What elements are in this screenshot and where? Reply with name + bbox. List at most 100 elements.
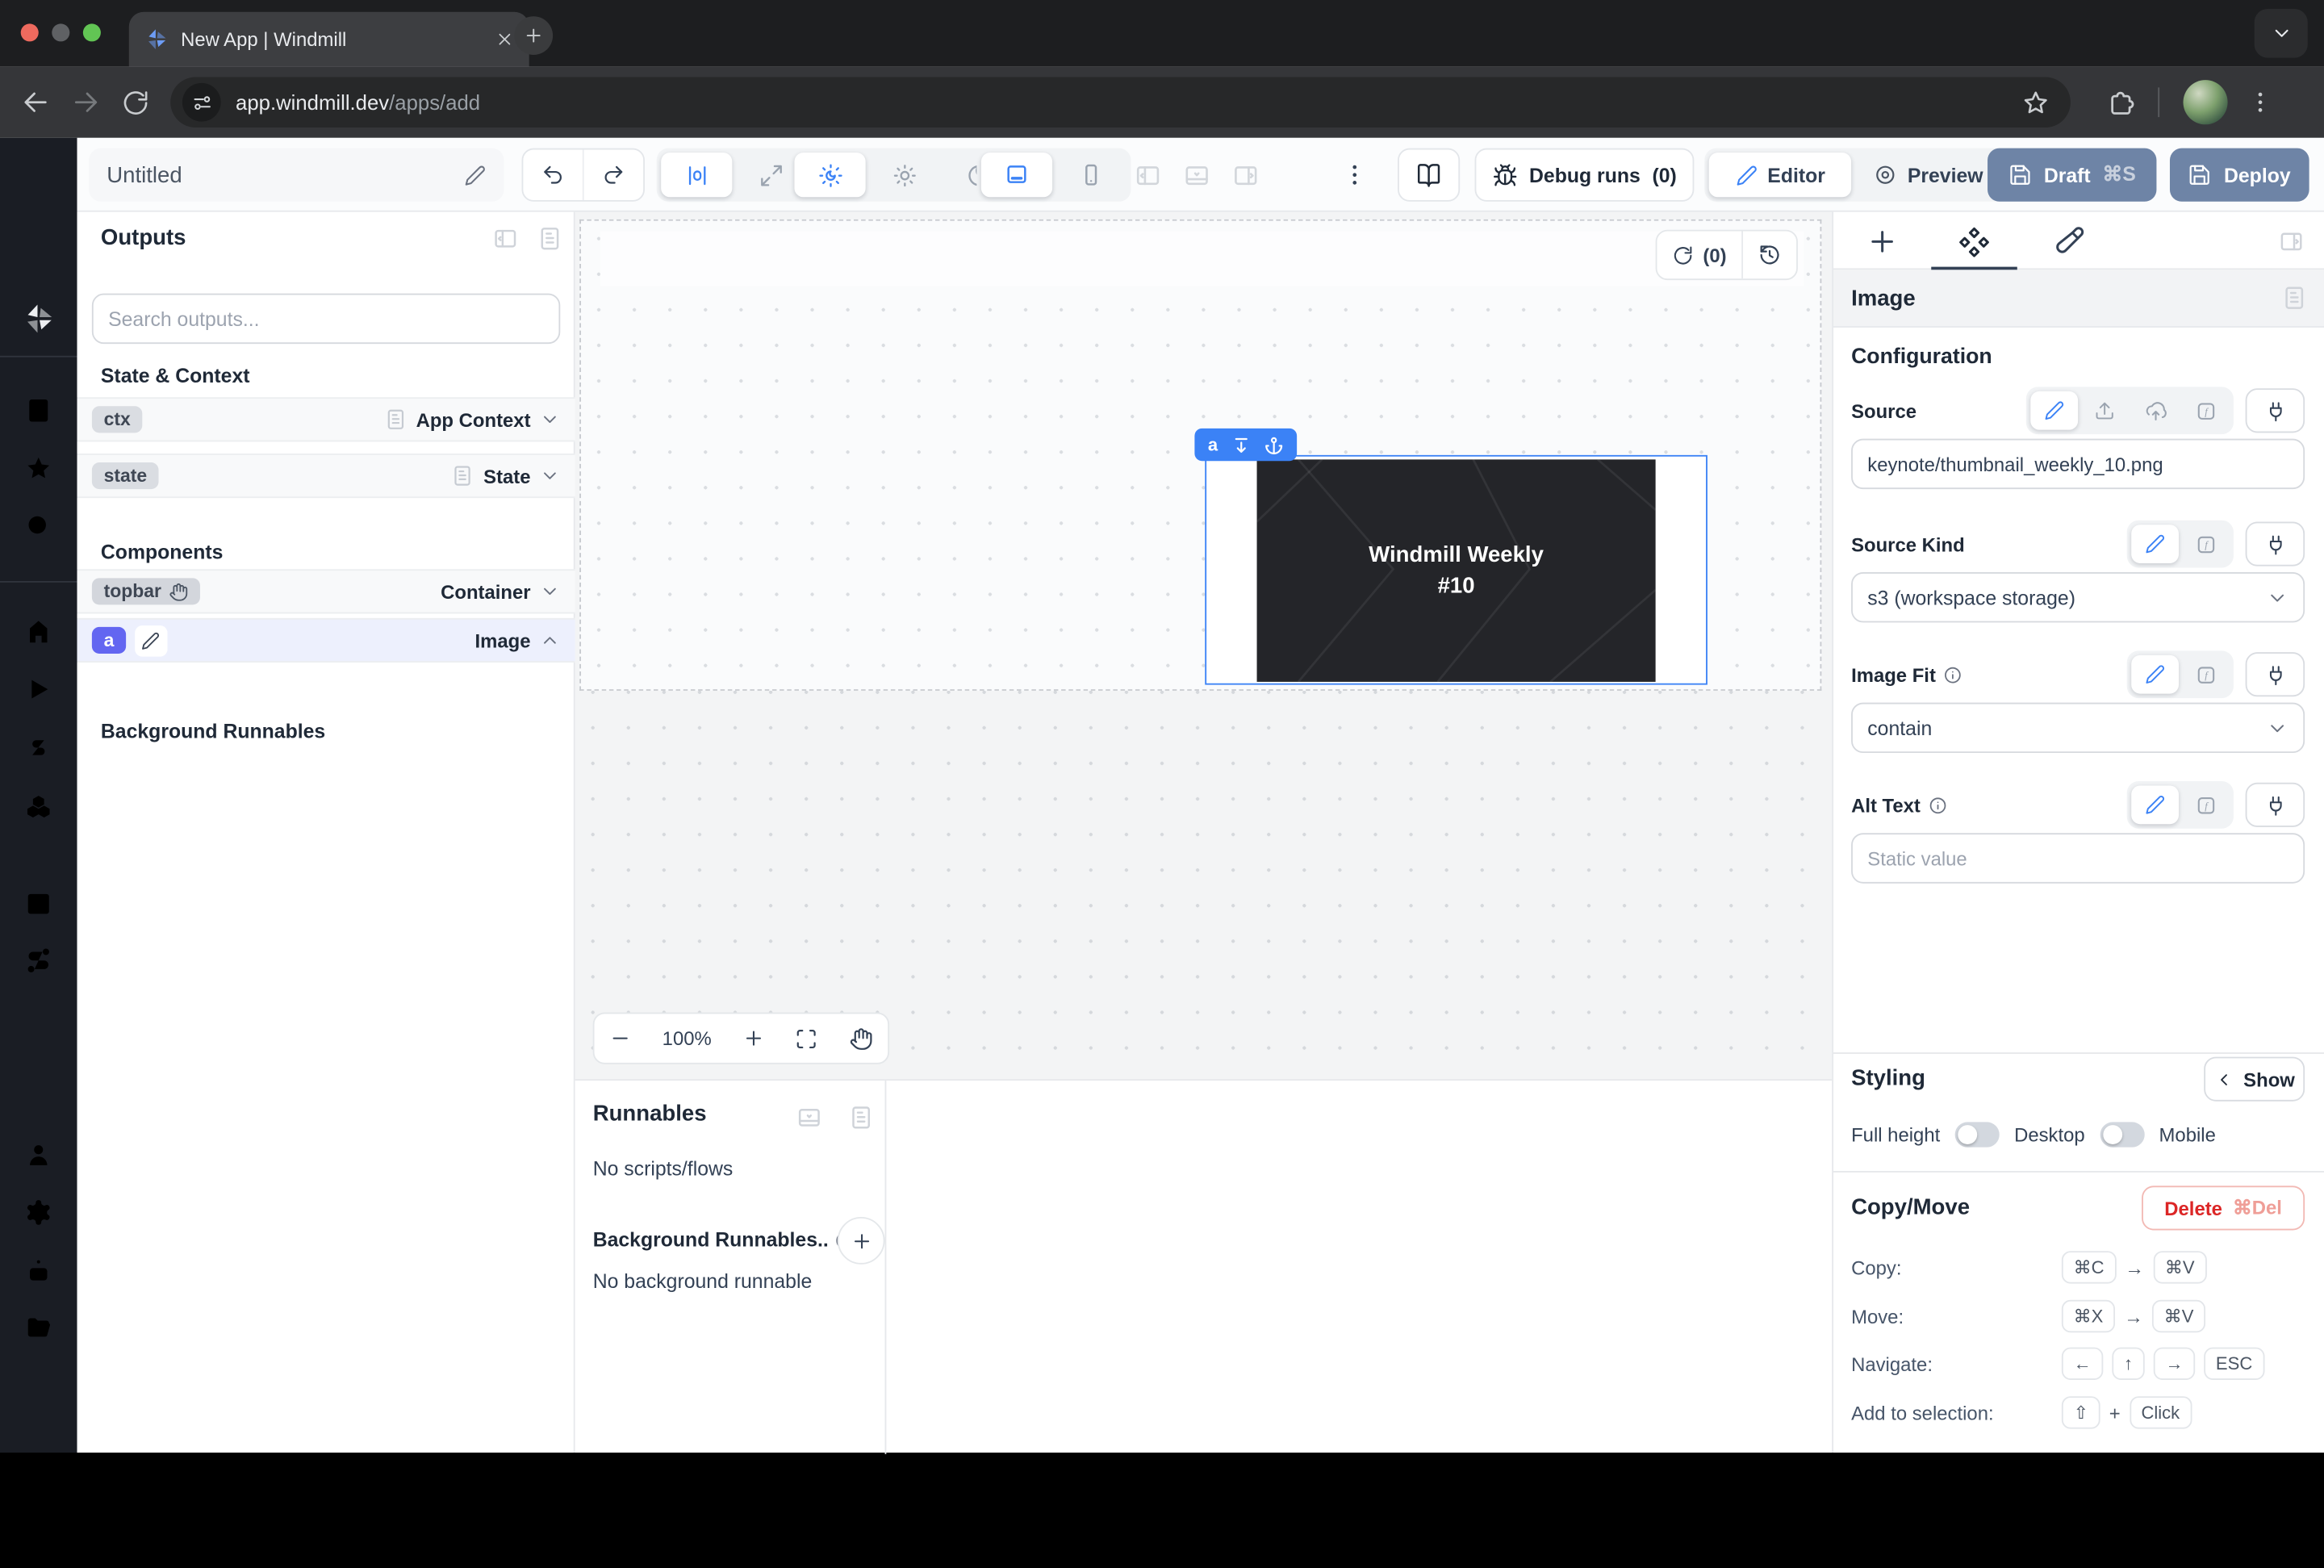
expression-mode-button[interactable] bbox=[2182, 391, 2230, 430]
mobile-view-button[interactable] bbox=[1055, 153, 1126, 197]
add-background-runnable-button[interactable] bbox=[838, 1217, 885, 1265]
component-settings-tab[interactable] bbox=[1958, 225, 1990, 257]
extensions-puzzle-icon[interactable] bbox=[2106, 87, 2136, 117]
sidebar-item-users[interactable] bbox=[23, 1139, 53, 1169]
sidebar-item-runs[interactable] bbox=[23, 675, 53, 705]
topbar-container-component[interactable] bbox=[600, 232, 1804, 286]
desktop-view-button[interactable] bbox=[981, 153, 1052, 197]
close-window-button[interactable] bbox=[21, 23, 39, 41]
maximize-window-button[interactable] bbox=[83, 23, 101, 41]
delete-component-button[interactable]: Delete ⌘Del bbox=[2142, 1185, 2305, 1230]
source-input[interactable] bbox=[1851, 439, 2305, 489]
close-tab-icon[interactable] bbox=[495, 30, 514, 49]
sidebar-item-settings[interactable] bbox=[23, 1198, 53, 1227]
editor-tab[interactable]: Editor bbox=[1709, 153, 1851, 197]
edit-title-pencil-icon[interactable] bbox=[464, 164, 487, 186]
s3-upload-mode-button[interactable] bbox=[2131, 391, 2179, 430]
rename-component-button[interactable] bbox=[135, 625, 167, 656]
component-row-a-selected[interactable]: a Image bbox=[77, 618, 575, 663]
sidebar-item-favorites[interactable] bbox=[23, 454, 53, 483]
profile-avatar[interactable] bbox=[2184, 80, 2228, 124]
doc-list-icon[interactable] bbox=[848, 1104, 875, 1131]
sidebar-item-workers[interactable] bbox=[23, 1257, 53, 1287]
insert-component-tab[interactable] bbox=[1866, 225, 1898, 257]
refresh-all-button[interactable]: (0) bbox=[1657, 232, 1741, 279]
tab-search-button[interactable] bbox=[2255, 9, 2308, 58]
upload-mode-button[interactable] bbox=[2081, 391, 2129, 430]
redo-button[interactable] bbox=[583, 150, 643, 200]
expand-down-icon[interactable] bbox=[1231, 435, 1251, 454]
selected-component-handle[interactable]: a bbox=[1194, 429, 1296, 461]
browser-menu-kebab-icon[interactable] bbox=[2247, 89, 2273, 115]
static-mode-pencil-button[interactable] bbox=[2131, 785, 2179, 824]
deploy-button[interactable]: Deploy bbox=[2170, 148, 2309, 202]
connect-plug-button[interactable] bbox=[2246, 652, 2305, 696]
windmill-logo[interactable] bbox=[21, 301, 56, 337]
sidebar-item-variables[interactable] bbox=[23, 732, 53, 762]
sidebar-item-schedules[interactable] bbox=[23, 888, 53, 918]
static-mode-pencil-button[interactable] bbox=[2030, 391, 2078, 430]
search-outputs-input[interactable] bbox=[92, 294, 560, 344]
sidebar-item-folders[interactable] bbox=[23, 1313, 53, 1343]
sidebar-item-add[interactable] bbox=[23, 1003, 53, 1033]
save-draft-button[interactable]: Draft ⌘S bbox=[1988, 148, 2156, 202]
bookmark-star-icon[interactable] bbox=[2021, 88, 2050, 116]
more-menu-kebab-icon[interactable] bbox=[1341, 161, 1368, 188]
browser-tab[interactable]: New App | Windmill bbox=[129, 12, 529, 67]
chevron-down-icon[interactable] bbox=[540, 409, 561, 430]
docs-button[interactable] bbox=[1398, 148, 1460, 202]
forward-button[interactable] bbox=[71, 87, 101, 117]
preview-tab[interactable]: Preview bbox=[1854, 153, 2003, 197]
canvas-viewport[interactable]: (0) Windmill Weekly #10 a bbox=[575, 212, 1833, 1079]
chevron-down-icon[interactable] bbox=[540, 466, 561, 487]
site-settings-icon[interactable] bbox=[182, 83, 221, 122]
state-badge[interactable]: state bbox=[92, 462, 159, 489]
static-mode-pencil-button[interactable] bbox=[2131, 655, 2179, 694]
collapse-bottom-panel-icon[interactable] bbox=[796, 1104, 822, 1131]
show-styling-button[interactable]: Show bbox=[2204, 1057, 2305, 1102]
new-tab-button[interactable] bbox=[514, 16, 553, 55]
minimize-window-button[interactable] bbox=[52, 23, 69, 41]
anchor-icon[interactable] bbox=[1264, 435, 1283, 454]
pan-hand-icon[interactable] bbox=[849, 1027, 872, 1050]
output-row-state[interactable]: state State bbox=[77, 454, 575, 498]
alt-text-input[interactable] bbox=[1851, 833, 2305, 883]
collapse-panel-icon[interactable] bbox=[492, 225, 519, 252]
styling-tab[interactable] bbox=[2053, 225, 2085, 257]
connect-plug-button[interactable] bbox=[2246, 783, 2305, 827]
toggle-left-panel-icon[interactable] bbox=[1134, 161, 1162, 189]
theme-auto-button[interactable] bbox=[794, 153, 865, 197]
component-row-topbar[interactable]: topbar Container bbox=[77, 569, 575, 613]
expression-mode-button[interactable] bbox=[2182, 525, 2230, 563]
sidebar-expand-arrow[interactable] bbox=[23, 1539, 53, 1568]
sidebar-item-home[interactable] bbox=[23, 617, 53, 646]
doc-list-icon[interactable] bbox=[2281, 285, 2308, 312]
chevron-down-icon[interactable] bbox=[540, 581, 561, 602]
topbar-badge[interactable]: topbar bbox=[92, 578, 200, 604]
doc-icon[interactable] bbox=[383, 408, 407, 431]
image-component-selected[interactable]: Windmill Weekly #10 bbox=[1205, 455, 1707, 685]
sidebar-item-search[interactable] bbox=[23, 512, 53, 541]
fit-screen-icon[interactable] bbox=[795, 1027, 818, 1050]
image-fit-select[interactable]: contain bbox=[1851, 703, 2305, 753]
source-kind-select[interactable]: s3 (workspace storage) bbox=[1851, 572, 2305, 622]
doc-list-icon[interactable] bbox=[537, 225, 563, 252]
toggle-bottom-panel-icon[interactable] bbox=[1183, 161, 1211, 189]
doc-icon[interactable] bbox=[451, 464, 474, 487]
undo-button[interactable] bbox=[523, 150, 582, 200]
address-bar[interactable]: app.windmill.dev/apps/add bbox=[170, 77, 2071, 128]
sidebar-item-flows[interactable] bbox=[23, 946, 53, 976]
full-height-desktop-toggle[interactable] bbox=[1955, 1121, 2000, 1146]
ctx-badge[interactable]: ctx bbox=[92, 406, 143, 433]
output-row-ctx[interactable]: ctx App Context bbox=[77, 397, 575, 441]
back-button[interactable] bbox=[21, 87, 51, 117]
zoom-out-icon[interactable] bbox=[609, 1027, 632, 1050]
sidebar-item-logs[interactable] bbox=[23, 1371, 53, 1401]
connect-plug-button[interactable] bbox=[2246, 522, 2305, 567]
expression-mode-button[interactable] bbox=[2182, 655, 2230, 694]
sidebar-item-help[interactable] bbox=[23, 1488, 53, 1518]
app-title-field[interactable]: Untitled bbox=[89, 148, 504, 202]
toggle-right-panel-icon[interactable] bbox=[1231, 161, 1260, 189]
zoom-in-icon[interactable] bbox=[742, 1027, 764, 1050]
expression-mode-button[interactable] bbox=[2182, 785, 2230, 824]
